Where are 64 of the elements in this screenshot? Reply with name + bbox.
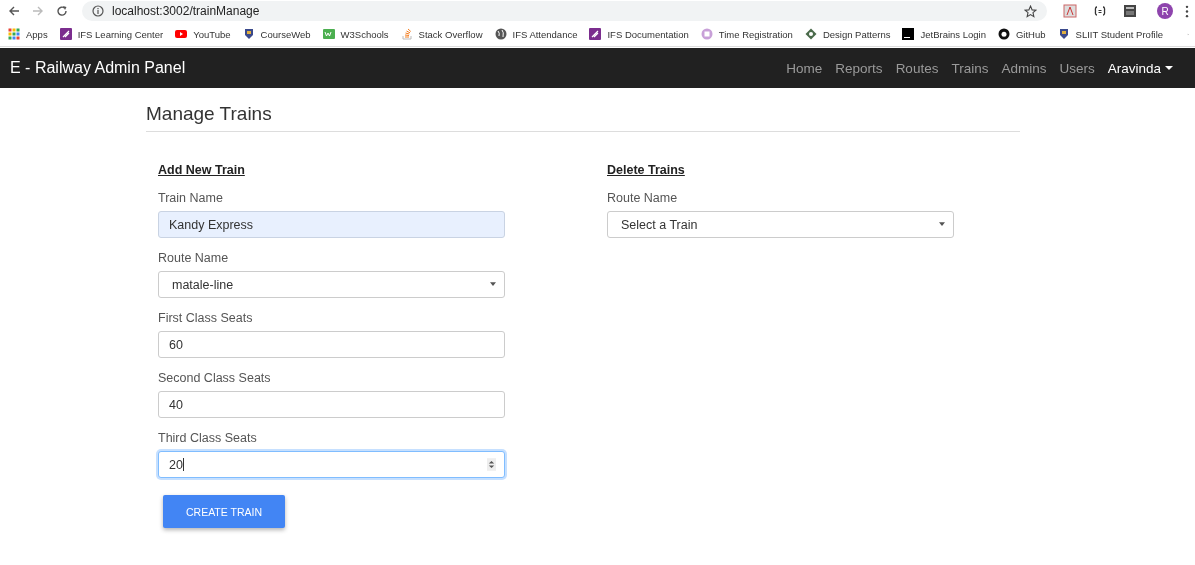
reload-icon[interactable] (56, 5, 68, 17)
section-heading: Add New Train (158, 163, 246, 177)
bookmark-link[interactable]: JetBrains Login (920, 28, 986, 40)
logo-icon (59, 28, 72, 40)
nav-link[interactable]: Reports (835, 60, 883, 76)
dark-square-extension-icon[interactable] (1123, 4, 1137, 18)
bookmark-link[interactable]: YouTube (193, 28, 231, 40)
w3-logo-icon (322, 28, 335, 40)
globe-icon (494, 28, 507, 40)
field-label: Train Name (158, 191, 224, 205)
bookmark-link[interactable]: Stack Overflow (418, 28, 483, 40)
caret-icon (1165, 65, 1173, 71)
bookmark-link[interactable]: Design Patterns (822, 28, 891, 40)
nav-link[interactable]: Admins (1001, 60, 1047, 76)
bookmark-link[interactable]: IFS Attendance (512, 28, 578, 40)
logo-icon (589, 28, 602, 40)
bookmark-link[interactable]: SLIIT Student Profile (1075, 28, 1164, 40)
field-label: Third Class Seats (158, 431, 258, 445)
field-label: Route Name (158, 251, 230, 265)
route-select[interactable]: Select a Train (607, 211, 954, 238)
dropdown-caret-icon (490, 282, 496, 287)
pdf-extension-icon[interactable] (1063, 4, 1077, 18)
menu-icon[interactable] (1185, 4, 1189, 18)
shield-icon (1057, 28, 1070, 40)
dropdown-caret-icon (939, 222, 945, 227)
input-field[interactable]: 60 (158, 331, 505, 358)
nav-link[interactable]: Routes (895, 60, 939, 76)
address-bar[interactable]: localhost:3002/trainManage (82, 1, 1047, 21)
bookmark-link[interactable]: IFS Documentation (607, 28, 689, 40)
jb-logo-icon (902, 28, 915, 40)
info-icon (92, 5, 104, 17)
apps-grid-icon (8, 28, 20, 40)
profile-avatar[interactable]: R (1157, 3, 1173, 19)
nav-link[interactable]: Home (786, 60, 823, 76)
number-field[interactable]: 20 (158, 451, 505, 478)
nav-link[interactable]: Users (1059, 60, 1095, 76)
github-cat-icon (997, 28, 1010, 40)
play-icon (175, 28, 188, 40)
spinner-icon[interactable] (487, 458, 496, 471)
stack-icon (400, 28, 413, 40)
bookmark-link[interactable]: Time Registration (718, 28, 793, 40)
braces-extension-icon[interactable] (1093, 4, 1107, 18)
diamond-icon (804, 28, 817, 40)
brand-title[interactable]: E - Railway Admin Panel (10, 59, 186, 77)
bookmark-link[interactable]: GitHub (1015, 28, 1046, 40)
bookmark-link[interactable]: CourseWeb (260, 28, 311, 40)
field-label: First Class Seats (158, 311, 254, 325)
bookmark-link[interactable]: IFS Learning Center (77, 28, 164, 40)
star-icon[interactable] (1024, 4, 1037, 18)
input-field[interactable]: 40 (158, 391, 505, 418)
bookmark-link[interactable]: Apps (26, 28, 48, 40)
input-field[interactable]: Kandy Express (158, 211, 505, 238)
field-label: Second Class Seats (158, 371, 272, 385)
user-menu[interactable]: Aravinda (1107, 60, 1173, 76)
section-heading: Delete Trains (607, 163, 686, 177)
bookmark-link[interactable]: W3Schools (340, 28, 389, 40)
shield-icon (242, 28, 255, 40)
route-select[interactable]: matale-line (158, 271, 505, 298)
field-label: Route Name (607, 191, 679, 205)
nav-link[interactable]: Trains (951, 60, 989, 76)
page-title: Manage Trains (146, 103, 273, 125)
create-train-button[interactable]: CREATE TRAIN (163, 495, 285, 528)
circle-icon (700, 28, 713, 40)
back-icon[interactable] (8, 5, 20, 17)
